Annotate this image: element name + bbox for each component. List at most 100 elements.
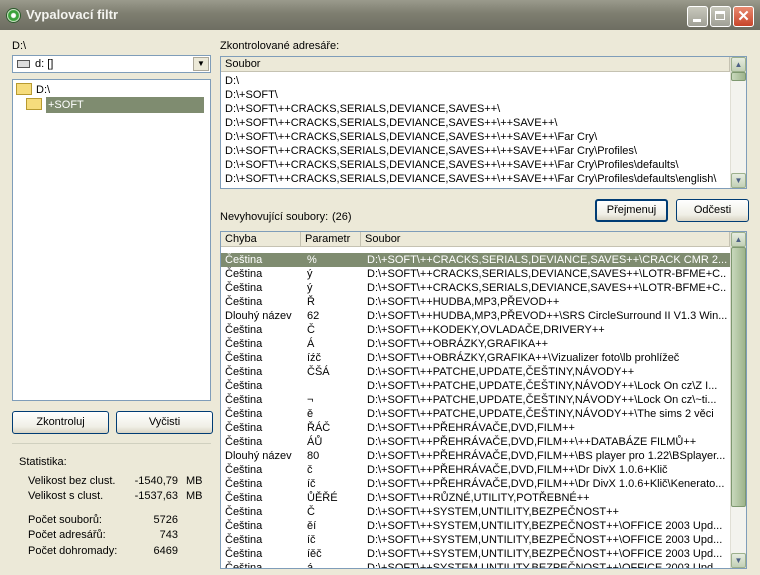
table-row[interactable]: Čeština ý D:\+SOFT\++CRACKS,SERIALS,DEVIAN… — [221, 281, 730, 295]
list-item[interactable]: D:\+SOFT\++CRACKS,SERIALS,DEVIANCE,SAVES… — [225, 102, 730, 116]
rename-button-label: Přejmenuj — [606, 204, 657, 216]
scroll-thumb[interactable] — [731, 72, 746, 81]
table-row[interactable]: Čeština ČŠÁ D:\+SOFT\++PATCHE,UPDATE,ČEŠTI… — [221, 365, 730, 379]
title-bar[interactable]: Vypalovací filtr ✕ — [0, 0, 760, 30]
list-item[interactable]: D:\+SOFT\++CRACKS,SERIALS,DEVIANCE,SAVES… — [225, 116, 730, 130]
vertical-scrollbar[interactable]: ▲ ▼ — [730, 57, 746, 188]
file-cell: D:\+SOFT\++SYSTEM,UNTILITY,BEZPEČNOST++\… — [367, 548, 723, 560]
error-cell: Čeština — [225, 268, 263, 280]
vertical-scrollbar[interactable]: ▲ ▼ — [730, 232, 746, 568]
clear-button-label: Vyčisti — [148, 416, 181, 428]
file-cell: D:\+SOFT\++SYSTEM,UNTILITY,BEZPEČNOST++ — [367, 506, 619, 518]
divider — [12, 443, 211, 444]
parameter-cell: íč — [307, 478, 316, 490]
parameter-cell: 80 — [307, 450, 320, 462]
tree-item-label: +SOFT — [46, 97, 204, 113]
error-cell: Čeština — [225, 520, 263, 532]
file-cell: D:\+SOFT\++SYSTEM,UNTILITY,BEZPEČNOST++\… — [367, 534, 723, 546]
list-item[interactable]: D:\+SOFT\++CRACKS,SERIALS,DEVIANCE,SAVES… — [225, 172, 730, 186]
file-cell: D:\+SOFT\++PATCHE,UPDATE,ČEŠTINY,NÁVODY+… — [367, 394, 717, 406]
stat-value: 6469 — [153, 545, 178, 557]
stat-value: 743 — [159, 529, 178, 541]
error-cell: Čeština — [225, 464, 263, 476]
table-row[interactable]: Čeština á D:\+SOFT\++SYSTEM,UNTILITY,BEZPE… — [221, 561, 730, 568]
file-cell: D:\+SOFT\++OBRÁZKY,GRAFIKA++\Vizualizer … — [367, 352, 680, 364]
dropdown-arrow-icon[interactable]: ▼ — [193, 57, 209, 71]
table-row[interactable]: Čeština č D:\+SOFT\++PŘEHRÁVAČE,DVD,FILM++… — [221, 463, 730, 477]
list-item[interactable]: D:\+SOFT\++CRACKS,SERIALS,DEVIANCE,SAVES… — [225, 130, 730, 144]
table-row[interactable]: Čeština Č D:\+SOFT\++KODEKY,OVLADAČE,DRIVE… — [221, 323, 730, 337]
error-cell: Čeština — [225, 338, 263, 350]
minimize-icon — [693, 19, 701, 22]
list-item[interactable]: D:\+SOFT\ — [225, 88, 730, 102]
table-row[interactable]: Dlouhý název 80 D:\+SOFT\++PŘEHRÁVAČE,DVD,… — [221, 449, 730, 463]
drive-select-value: d: [] — [35, 58, 54, 70]
scroll-down-icon[interactable]: ▼ — [731, 173, 746, 188]
table-row[interactable]: Čeština Ř D:\+SOFT\++HUDBA,MP3,PŘEVOD++ — [221, 295, 730, 309]
table-row[interactable]: Čeština ý D:\+SOFT\++CRACKS,SERIALS,DEVIAN… — [221, 267, 730, 281]
scroll-up-icon[interactable]: ▲ — [731, 57, 746, 72]
minimize-button[interactable] — [687, 6, 708, 27]
list-item[interactable]: D:\ — [225, 74, 730, 88]
bad-files-list[interactable]: Chyba Parametr Soubor Čeština% D:\+SOFT\+… — [220, 231, 747, 569]
table-row[interactable]: Čeština Á D:\+SOFT\++OBRÁZKY,GRAFIKA++ — [221, 337, 730, 351]
table-row[interactable]: Čeština íč D:\+SOFT\++SYSTEM,UNTILITY,BEZP… — [221, 533, 730, 547]
clear2-button[interactable]: Odčesti — [676, 199, 749, 222]
error-cell: Čeština — [225, 492, 263, 504]
table-row[interactable]: Čeština ŮĚŘÉ D:\+SOFT\++RŮZNÉ,UTILITY,POTŘ… — [221, 491, 730, 505]
checked-dirs-label: Zkontrolované adresáře: — [220, 40, 340, 52]
table-row[interactable]: Čeština ěí D:\+SOFT\++SYSTEM,UNTILITY,BEZP… — [221, 519, 730, 533]
check-button[interactable]: Zkontroluj — [12, 411, 109, 434]
list-item[interactable]: D:\+SOFT\++CRACKS,SERIALS,DEVIANCE,SAVES… — [225, 144, 730, 158]
table-row[interactable]: Čeština íěč D:\+SOFT\++SYSTEM,UNTILITY,BEZ… — [221, 547, 730, 561]
table-row[interactable]: Čeština D:\+SOFT\++PATCHE,UPDATE,ČEŠTINY,… — [221, 379, 730, 393]
error-cell: Čeština — [225, 324, 263, 336]
stat-label: Počet souborů: — [28, 514, 102, 526]
parameter-cell: íźč — [307, 352, 322, 364]
parameter-cell: ¬ — [307, 394, 314, 406]
table-row[interactable]: Čeština ŘÁČ D:\+SOFT\++PŘEHRÁVAČE,DVD,FILM… — [221, 421, 730, 435]
scroll-up-icon[interactable]: ▲ — [731, 232, 746, 247]
column-header-soubor[interactable]: Soubor — [221, 57, 730, 72]
file-cell: D:\+SOFT\++RŮZNÉ,UTILITY,POTŘEBNÉ++ — [367, 492, 590, 504]
table-row[interactable]: Čeština% D:\+SOFT\++CRACKS,SERIALS,DEVIAN… — [221, 253, 730, 267]
stats-heading: Statistika: — [19, 456, 67, 468]
parameter-cell: ŘÁČ — [307, 422, 331, 434]
stat-value: -1537,63 — [134, 490, 178, 502]
column-header-chyba[interactable]: Chyba — [221, 232, 301, 247]
table-row[interactable]: Čeština íźč D:\+SOFT\++OBRÁZKY,GRAFIKA++\V… — [221, 351, 730, 365]
column-header-parametr[interactable]: Parametr — [301, 232, 361, 247]
table-row[interactable]: Čeština íč D:\+SOFT\++PŘEHRÁVAČE,DVD,FILM+… — [221, 477, 730, 491]
checked-dirs-list[interactable]: Soubor D:\ D:\+SOFT\ D:\+SOFT\++CRACKS,SER… — [220, 56, 747, 189]
list-item[interactable]: D:\+SOFT\++CRACKS,SERIALS,DEVIANCE,SAVES… — [225, 158, 730, 172]
column-header-soubor[interactable]: Soubor — [361, 232, 730, 247]
stat-value: 5726 — [153, 514, 178, 526]
error-cell: Čeština — [225, 352, 263, 364]
folder-tree[interactable]: D:\ +SOFT — [12, 79, 211, 401]
close-button[interactable]: ✕ — [733, 6, 754, 27]
table-row[interactable]: Dlouhý název 62 D:\+SOFT\++HUDBA,MP3,PŘEVO… — [221, 309, 730, 323]
drive-select[interactable]: d: [] ▼ — [12, 55, 211, 73]
scroll-down-icon[interactable]: ▼ — [731, 553, 746, 568]
error-cell: Čeština — [225, 422, 263, 434]
scroll-thumb[interactable] — [731, 247, 746, 507]
file-cell: D:\+SOFT\++HUDBA,MP3,PŘEVOD++\SRS Circle… — [367, 310, 727, 322]
table-row[interactable]: Čeština ÁŮ D:\+SOFT\++PŘEHRÁVAČE,DVD,FILM+… — [221, 435, 730, 449]
clear-button[interactable]: Vyčisti — [116, 411, 213, 434]
parameter-cell: ě — [307, 408, 314, 420]
tree-item-root[interactable]: D:\ — [16, 82, 50, 98]
file-cell: D:\+SOFT\++OBRÁZKY,GRAFIKA++ — [367, 338, 549, 350]
error-cell: Čeština — [225, 296, 263, 308]
rename-button[interactable]: Přejmenuj — [595, 199, 668, 222]
file-cell: D:\+SOFT\++PŘEHRÁVAČE,DVD,FILM++\Dr DivX… — [367, 478, 725, 490]
table-row[interactable]: Čeština ¬ D:\+SOFT\++PATCHE,UPDATE,ČEŠTINY… — [221, 393, 730, 407]
tree-item-soft[interactable]: +SOFT — [24, 97, 210, 113]
cd-icon — [6, 8, 21, 23]
maximize-button[interactable] — [710, 6, 731, 27]
error-cell: Čeština — [225, 254, 263, 266]
column-header-label: Parametr — [305, 233, 351, 245]
table-row[interactable]: Čeština Č D:\+SOFT\++SYSTEM,UNTILITY,BEZPE… — [221, 505, 730, 519]
file-cell: D:\+SOFT\++PŘEHRÁVAČE,DVD,FILM++\Dr DivX… — [367, 464, 668, 476]
table-row[interactable]: Čeština ě D:\+SOFT\++PATCHE,UPDATE,ČEŠTINY… — [221, 407, 730, 421]
error-cell: Čeština — [225, 506, 263, 518]
